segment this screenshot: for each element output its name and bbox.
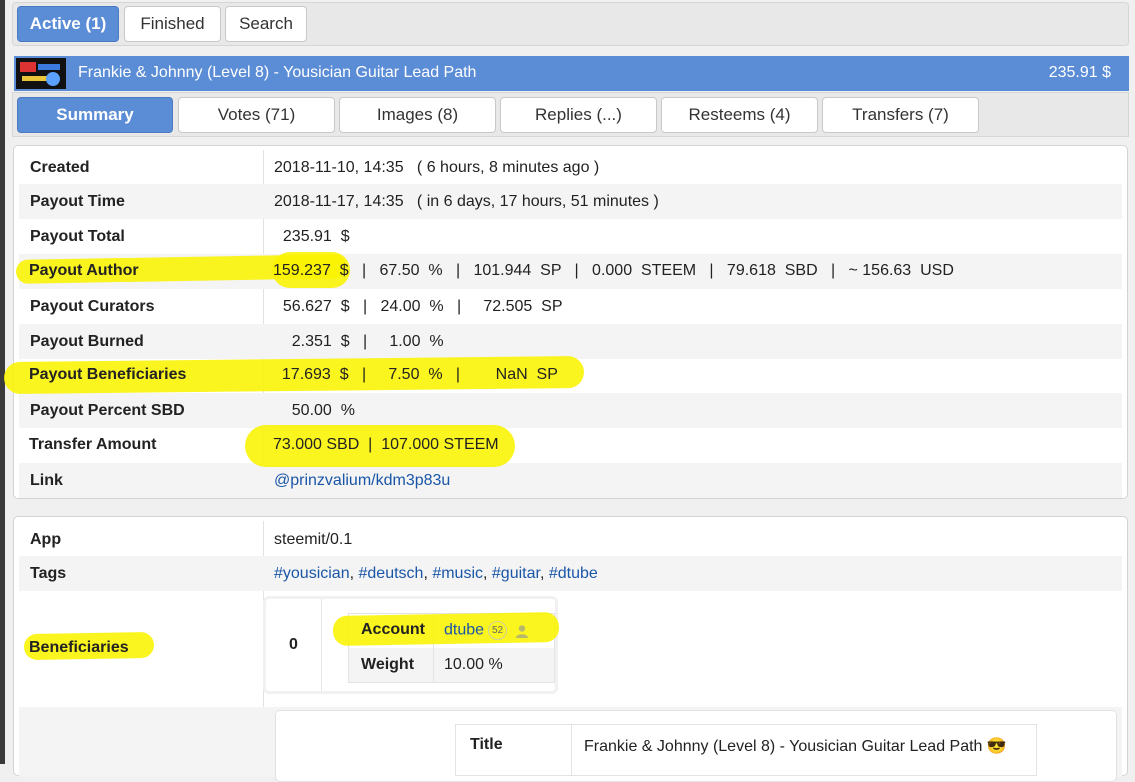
post-title: Frankie & Johnny (Level 8) - Yousician G… (78, 64, 477, 81)
user-icon[interactable] (515, 624, 529, 638)
account-link[interactable]: dtube (444, 622, 484, 639)
tab-resteems[interactable]: Resteems (4) (661, 97, 818, 133)
payout-percent-sbd-value: 50.00 % (274, 402, 355, 419)
post-header-bar[interactable]: Frankie & Johnny (Level 8) - Yousician G… (14, 56, 1129, 91)
app-value: steemit/0.1 (274, 531, 353, 548)
row-payout-burned: Payout Burned 2.351 $ | 1.00 % (19, 324, 1122, 359)
beneficiary-index: 0 (266, 599, 322, 691)
tab-replies[interactable]: Replies (...) (500, 97, 657, 133)
tab-images[interactable]: Images (8) (339, 97, 496, 133)
tag-link[interactable]: #music (432, 565, 483, 582)
payout-author-text-row: Payout Author 159.237 $ | 67.50 % | 101.… (18, 253, 1121, 288)
post-thumbnail-image (16, 58, 66, 89)
transfer-amount-text-row: Transfer Amount 73.000 SBD | 107.000 STE… (18, 427, 1121, 462)
tags-list: #yousician, #deutsch, #music, #guitar, #… (274, 565, 598, 582)
tab-finished[interactable]: Finished (124, 6, 221, 42)
payout-beneficiaries-value: 17.693 $ | 7.50 % | NaN SP (273, 366, 558, 383)
row-beneficiaries (19, 592, 1122, 705)
post-link[interactable]: @prinzvalium/kdm3p83u (274, 463, 450, 498)
tab-votes[interactable]: Votes (71) (178, 97, 335, 133)
post-payout-amount: 235.91 $ (1048, 64, 1111, 81)
tag-link[interactable]: #yousician (274, 565, 350, 582)
row-created: Created 2018-11-10, 14:35 ( 6 hours, 8 m… (19, 150, 1122, 185)
weight-label: Weight (361, 656, 415, 673)
payout-beneficiaries-text-row: Payout Beneficiaries 17.693 $ | 7.50 % |… (18, 357, 1121, 392)
payout-curators-value: 56.627 $ | 24.00 % | 72.505 SP (274, 298, 563, 315)
title-value: Frankie & Johnny (Level 8) - Yousician G… (584, 738, 1007, 755)
tab-transfers[interactable]: Transfers (7) (822, 97, 979, 133)
transfer-amount-value: 73.000 SBD | 107.000 STEEM (273, 436, 499, 453)
metadata-table: Title Frankie & Johnny (Level 8) - Yousi… (455, 724, 1037, 776)
beneficiaries-label: Beneficiaries (29, 639, 129, 656)
reputation-badge: 52 (488, 621, 508, 640)
row-payout-percent-sbd: Payout Percent SBD 50.00 % (19, 393, 1122, 428)
tag-link[interactable]: #deutsch (359, 565, 424, 582)
weight-value: 10.00 % (444, 656, 503, 673)
row-tags: Tags #yousician, #deutsch, #music, #guit… (19, 556, 1122, 591)
row-payout-curators: Payout Curators 56.627 $ | 24.00 % | 72.… (19, 289, 1122, 324)
account-label: Account (361, 621, 425, 638)
row-app: App steemit/0.1 (19, 522, 1122, 557)
payout-author-value: 159.237 $ | 67.50 % | 101.944 SP | 0.000… (273, 262, 954, 279)
tab-search[interactable]: Search (225, 6, 307, 42)
payout-burned-value: 2.351 $ | 1.00 % (274, 333, 444, 350)
tab-active[interactable]: Active (1) (17, 6, 119, 42)
created-value: 2018-11-10, 14:35 ( 6 hours, 8 minutes a… (274, 159, 600, 176)
tab-summary[interactable]: Summary (17, 97, 173, 133)
account-entry: dtube 52 (444, 621, 529, 640)
payout-time-value: 2018-11-17, 14:35 ( in 6 days, 17 hours,… (274, 193, 659, 210)
payout-total-value: 235.91 $ (274, 228, 350, 245)
title-label: Title (470, 736, 503, 753)
row-link: Link @prinzvalium/kdm3p83u (19, 463, 1122, 498)
tag-link[interactable]: #guitar (492, 565, 540, 582)
row-payout-time: Payout Time 2018-11-17, 14:35 ( in 6 day… (19, 184, 1122, 219)
tag-link[interactable]: #dtube (549, 565, 598, 582)
row-payout-total: Payout Total 235.91 $ (19, 219, 1122, 254)
